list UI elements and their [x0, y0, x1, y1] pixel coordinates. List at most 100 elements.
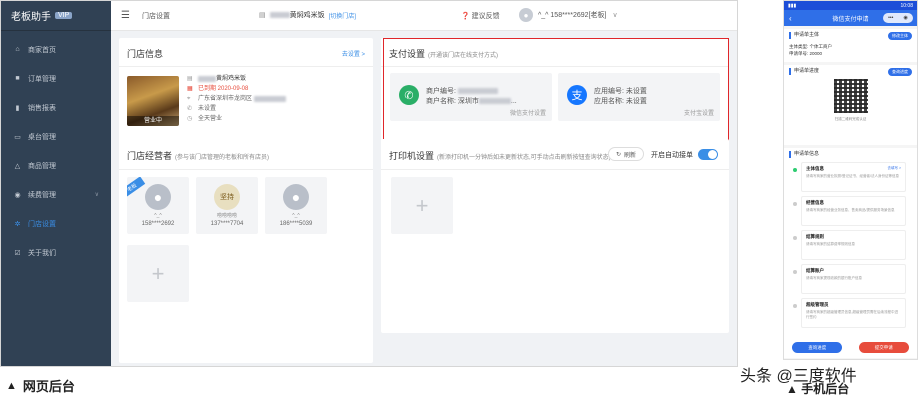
phone-header: ‹ 微信支付申请 ••• ◉ [784, 10, 917, 26]
phone-header-title: 微信支付申请 [832, 16, 869, 23]
sidebar-item-home[interactable]: ⌂ 商家首页 [1, 35, 111, 64]
fill-link[interactable]: 去填写 > [887, 166, 901, 171]
sidebar-item-label: 关于我们 [28, 249, 56, 257]
sidebar-item-label: 订单管理 [28, 75, 56, 83]
step-settlement-rule[interactable]: 结算规则 请填写商家的结算费率规则信息 [793, 230, 906, 260]
phone-icon: ✆ [187, 106, 193, 112]
sidebar-nav: ⌂ 商家首页 ■ 订单管理 ▮ 销售报表 ▭ 桌台管理 △ 商品管理 ◉ 续费管理 ∨ ✲ 门店… [1, 35, 111, 267]
chart-icon: ▮ [15, 104, 20, 112]
employee-card[interactable]: ● ^_^ 186****5039 [265, 177, 327, 234]
sidebar-item-store-settings[interactable]: ✲ 门店设置 [1, 209, 111, 238]
store-info-title: 门店信息 [127, 49, 164, 59]
avatar: ● [145, 184, 171, 210]
sidebar-item-tables[interactable]: ▭ 桌台管理 [1, 122, 111, 151]
modify-subject-button[interactable]: 修改主体 [888, 32, 912, 40]
sidebar-item-renewal[interactable]: ◉ 续费管理 ∨ [1, 180, 111, 209]
location-icon: ⌖ [187, 96, 191, 102]
calendar-icon: ▦ [187, 86, 193, 92]
menu-toggle-icon[interactable]: ☰ [121, 10, 130, 21]
step-settlement-account[interactable]: 结算账户 请填写商家提现收款的银行账户信息 [793, 264, 906, 294]
divider [119, 169, 373, 170]
step-dot [793, 270, 797, 274]
phone-status-bar: ▮▮▮ 10:08 [784, 1, 917, 10]
subject-type: 主体类型: 个体工商户 [789, 44, 832, 49]
triangle-icon: ▲ [786, 382, 798, 396]
employees-card: 门店经营者 (参与该门店管理的老板和所有店员) 老板 ● ^_^ 158****2… [119, 139, 373, 363]
open-status-tag: 营业中 [127, 116, 179, 126]
owner-ribbon: 老板 [127, 177, 146, 199]
triangle-icon: ▲ [6, 379, 17, 392]
divider [381, 169, 729, 170]
step-super-admin[interactable]: 超级管理员 请填写商家的超级管理员信息,超级管理员需在后续流程中进行签约 [793, 298, 906, 328]
auto-accept-toggle[interactable] [698, 149, 718, 160]
progress-section: 申请单进度 查询进度 扫描二维码完成认证 [784, 65, 917, 145]
sidebar-item-label: 门店设置 [28, 220, 56, 228]
web-admin-window: 老板助手 VIP ⌂ 商家首页 ■ 订单管理 ▮ 销售报表 ▭ 桌台管理 △ 商品管理 ◉… [0, 0, 738, 367]
store-name: 黄焖鸡米饭 [216, 76, 247, 82]
step-business[interactable]: 经营信息 请填写商家的经营业务信息、售卖商品/提供服务场景信息 [793, 196, 906, 226]
brand-name: 老板助手 [11, 12, 51, 23]
clock-icon: ◷ [187, 116, 193, 122]
web-caption-text: 网页后台 [22, 379, 75, 394]
mobile-caption: ▲ 手机后台 [786, 380, 849, 397]
miniapp-capsule[interactable]: ••• ◉ [883, 13, 913, 23]
employee-phone: 137****7704 [210, 221, 244, 227]
store-selector[interactable]: ▤ 黄焖鸡米饭 [切换门店] [259, 10, 356, 20]
switch-store-link[interactable]: [切换门店] [329, 11, 356, 20]
step-title: 结算账户 [806, 268, 824, 273]
step-desc: 请填写商家的经营业务信息、售卖商品/提供服务场景信息 [806, 208, 895, 212]
redacted-text [254, 96, 287, 102]
submit-application-button[interactable]: 提交申请 [858, 342, 909, 353]
add-printer-button[interactable]: + [391, 177, 453, 234]
sidebar-item-products[interactable]: △ 商品管理 [1, 151, 111, 180]
sidebar-item-sales[interactable]: ▮ 销售报表 [1, 93, 111, 122]
more-icon: ••• [888, 15, 894, 21]
store-icon: ▤ [259, 12, 266, 19]
feedback-button[interactable]: ❓ 建议反馈 [461, 11, 500, 21]
user-menu[interactable]: ● ^_^ 158****2692[老板] ∨ [519, 8, 618, 22]
question-icon: ❓ [461, 13, 470, 20]
expire-date: 已到期 2020-09-08 [198, 86, 249, 92]
mobile-caption-text: 手机后台 [801, 382, 850, 396]
employee-name: ^_^ [154, 213, 162, 219]
refresh-icon: ↻ [615, 151, 621, 158]
store-hours: 全天营业 [198, 116, 223, 122]
sidebar-item-label: 商品管理 [28, 162, 56, 170]
printer-title-text: 打印机设置 [389, 151, 435, 161]
signal-icon: ▮▮▮ [788, 2, 797, 9]
status-time: 10:08 [900, 2, 913, 9]
product-icon: △ [14, 162, 21, 170]
employee-card[interactable]: 老板 ● ^_^ 158****2692 [127, 177, 189, 234]
step-title: 结算规则 [806, 234, 824, 239]
employees-subtitle: (参与该门店管理的老板和所有店员) [175, 155, 270, 161]
qr-code [833, 79, 868, 113]
sidebar-item-about[interactable]: ☑ 关于我们 [1, 238, 111, 267]
query-progress-button[interactable]: 查询进度 [792, 342, 843, 353]
sidebar-item-orders[interactable]: ■ 订单管理 [1, 64, 111, 93]
employees-title: 门店经营者 (参与该门店管理的老板和所有店员) [127, 149, 269, 162]
mobile-admin-screen: ▮▮▮ 10:08 ‹ 微信支付申请 ••• ◉ 申请单主体 修改主体 主体类型: … [783, 0, 918, 360]
table-icon: ▭ [14, 133, 21, 141]
breadcrumb: 门店设置 [141, 12, 170, 20]
store-photo: 营业中 [127, 76, 179, 126]
back-icon[interactable]: ‹ [789, 14, 792, 23]
brand-logo: 老板助手 VIP [1, 1, 111, 31]
subject-section: 申请单主体 修改主体 主体类型: 个体工商户 申请单号: 20000 [784, 29, 917, 62]
apply-no: 申请单号: 20000 [789, 51, 823, 56]
refresh-label: 刷新 [624, 152, 637, 159]
add-employee-button[interactable]: + [127, 245, 189, 302]
sidebar-item-label: 销售报表 [28, 104, 56, 112]
refresh-button[interactable]: ↻ 刷新 [608, 147, 644, 161]
chevron-down-icon: ∨ [94, 192, 99, 198]
store-settings-link[interactable]: 去设置 > [342, 49, 365, 58]
feedback-label: 建议反馈 [471, 13, 500, 20]
avatar: ● [519, 8, 533, 22]
query-progress-button[interactable]: 查询进度 [888, 68, 912, 76]
order-icon: ■ [15, 75, 20, 82]
sidebar-item-label: 商家首页 [28, 46, 56, 54]
user-name: ^_^ 158****2692[老板] [538, 12, 607, 19]
step-subject[interactable]: 主体信息 去填写 > 请填写商家的营业执照/登记证书、经营者/法人身份证等信息 [793, 162, 906, 192]
web-caption: ▲ 网页后台 [6, 376, 75, 395]
employee-card[interactable]: 坚持 唠唠唠唠 137****7704 [196, 177, 258, 234]
printer-card: 打印机设置 (新添打印机一分钟后如未更新状态,可手动点击刷新按钮查询状态) + [381, 139, 729, 333]
